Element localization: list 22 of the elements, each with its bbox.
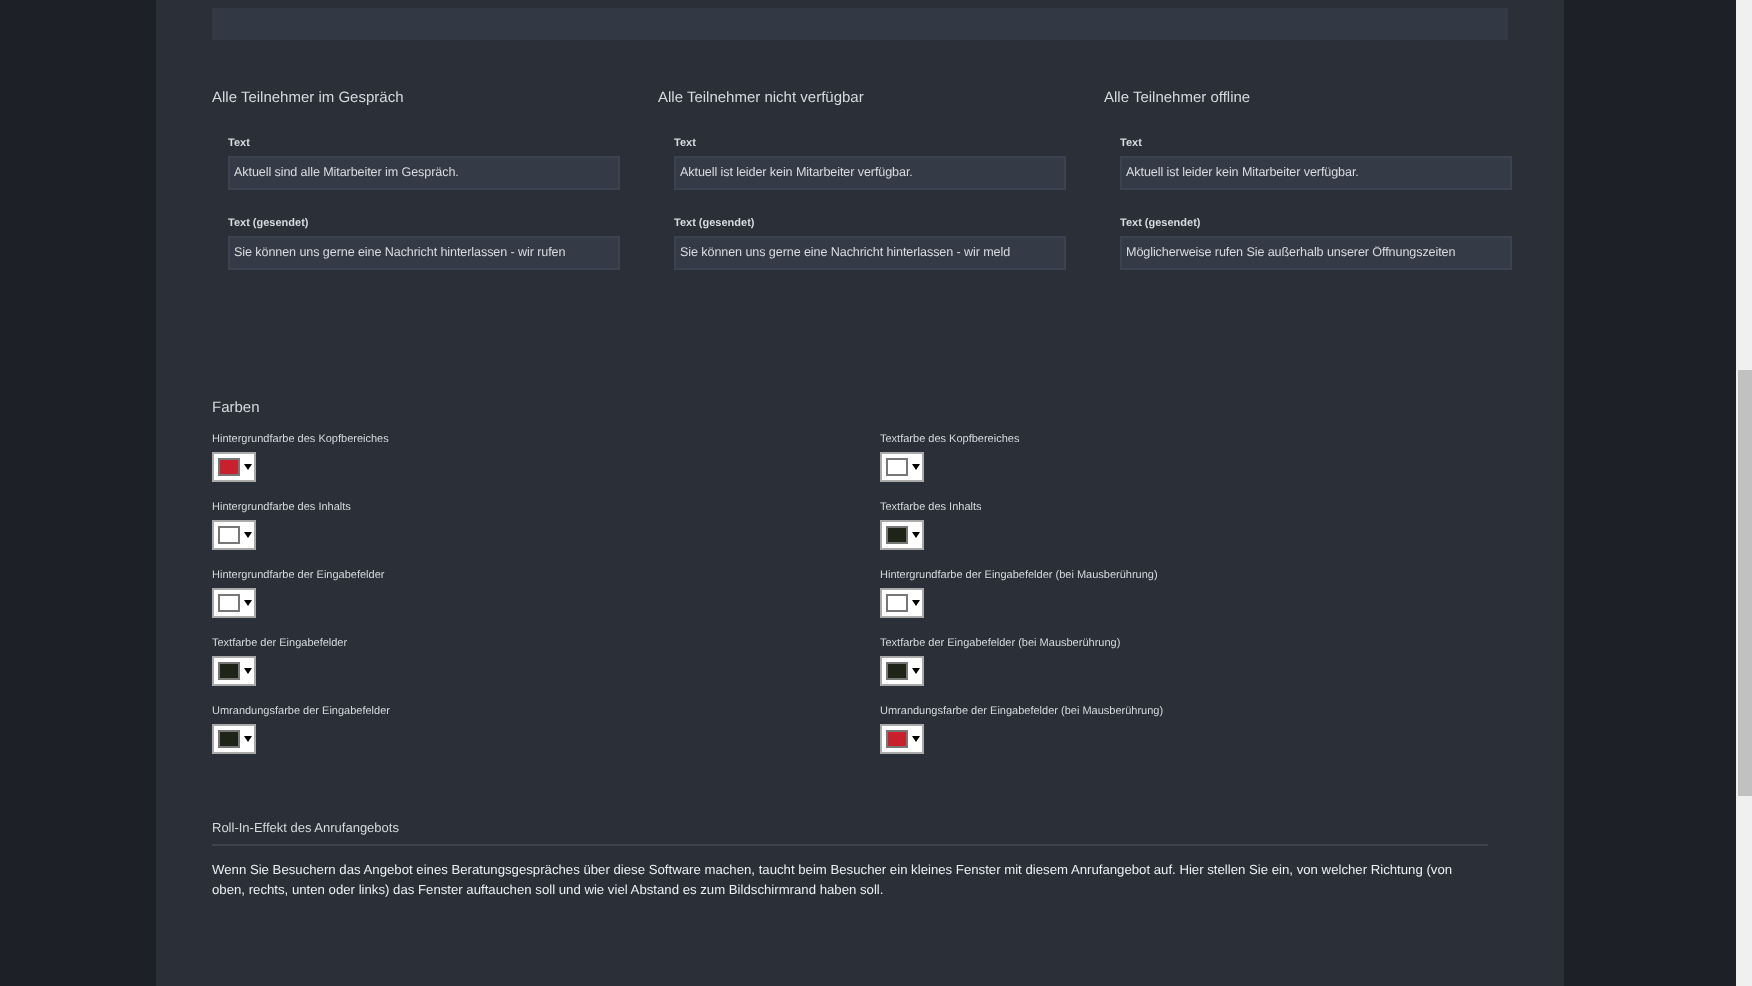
caret-icon: [912, 668, 920, 674]
scrollbar[interactable]: [1736, 0, 1752, 986]
caret-icon: [244, 600, 252, 606]
caret-icon: [244, 668, 252, 674]
caret-icon: [244, 464, 252, 470]
color-picker[interactable]: [880, 724, 924, 754]
caret-icon: [244, 736, 252, 742]
caret-icon: [244, 532, 252, 538]
color-picker[interactable]: [212, 724, 256, 754]
scrollbar-thumb[interactable]: [1738, 370, 1752, 796]
caret-icon: [912, 532, 920, 538]
color-picker[interactable]: [880, 520, 924, 550]
caret-icon: [912, 736, 920, 742]
color-picker[interactable]: [212, 656, 256, 686]
color-picker[interactable]: [880, 588, 924, 618]
color-picker[interactable]: [880, 656, 924, 686]
color-picker[interactable]: [212, 452, 256, 482]
color-picker[interactable]: [880, 452, 924, 482]
color-picker[interactable]: [212, 520, 256, 550]
caret-icon: [912, 464, 920, 470]
color-picker[interactable]: [212, 588, 256, 618]
caret-icon: [912, 600, 920, 606]
